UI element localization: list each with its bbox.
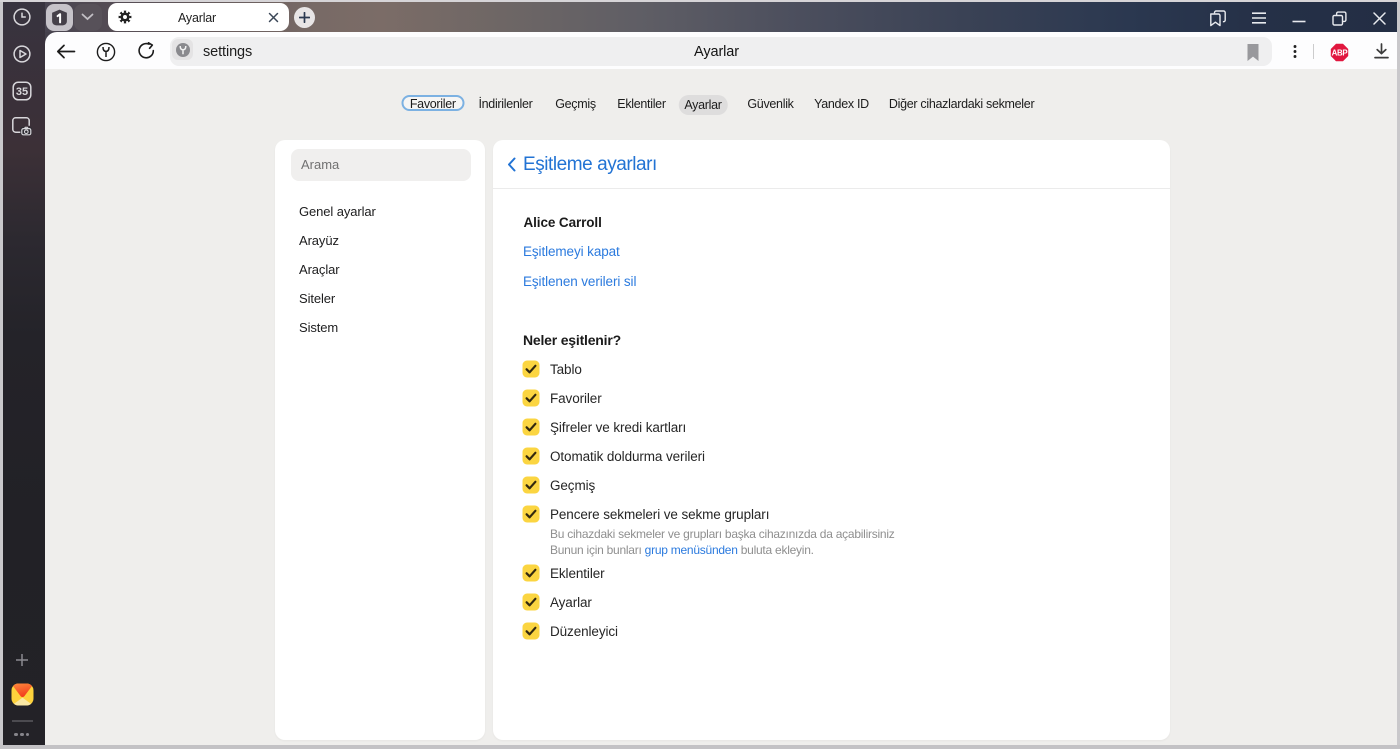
svg-text:35: 35 xyxy=(15,86,27,98)
svg-text:ABP: ABP xyxy=(1331,48,1347,57)
